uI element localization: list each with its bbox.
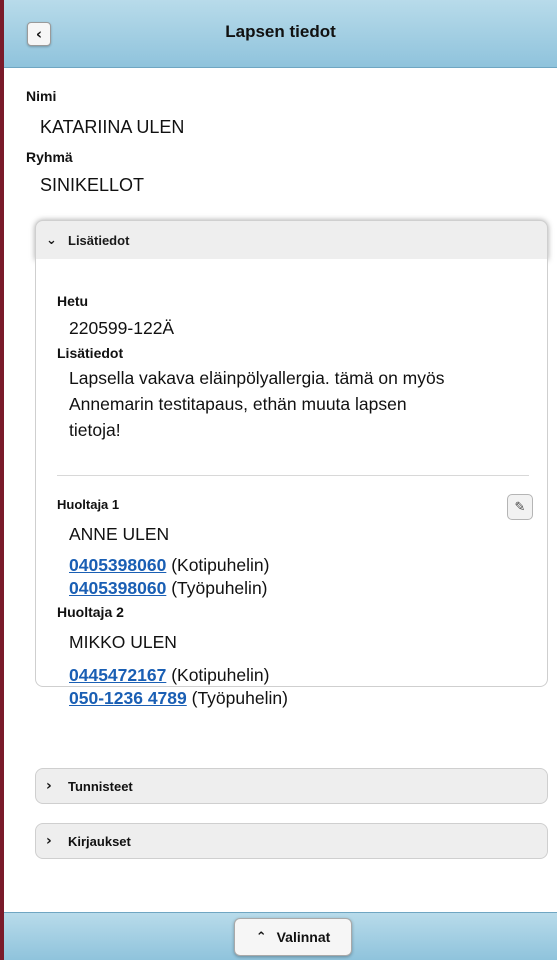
phone-link[interactable]: 050-1236 4789 — [69, 688, 187, 708]
phone-link[interactable]: 0405398060 — [69, 578, 166, 598]
guardian-2-label: Huoltaja 2 — [57, 604, 124, 620]
phone-type: (Työpuhelin) — [171, 578, 268, 598]
hetu-value: 220599-122Ä — [69, 318, 175, 338]
phone-link[interactable]: 0405398060 — [69, 555, 166, 575]
panel-title: Tunnisteet — [68, 778, 133, 794]
edit-icon: ✎ — [514, 499, 526, 515]
name-value: KATARIINA ULEN — [40, 117, 185, 137]
guardian-2-phone-work: 050-1236 4789 (Työpuhelin) — [69, 688, 288, 709]
chevron-up-icon: ⌃ — [255, 929, 267, 945]
info-line: tietoja! — [69, 420, 121, 440]
name-label: Nimi — [26, 88, 57, 104]
info-label: Lisätiedot — [57, 345, 124, 361]
guardian-1-phone-home: 0405398060 (Kotipuhelin) — [69, 555, 269, 576]
details-panel-header[interactable]: ⌄ Lisätiedot — [35, 220, 548, 260]
group-label: Ryhmä — [26, 149, 73, 165]
page-title: Lapsen tiedot — [225, 22, 336, 41]
chevron-down-icon: ⌄ — [46, 232, 57, 248]
phone-type: (Kotipuhelin) — [171, 665, 270, 685]
group-value: SINIKELLOT — [40, 175, 145, 195]
panel-title: Kirjaukset — [68, 833, 131, 849]
window-edge — [0, 0, 4, 960]
footer-bar: ⌃ Valinnat — [4, 912, 557, 960]
valinnat-label: Valinnat — [276, 929, 331, 945]
tunnisteet-panel-header[interactable]: › Tunnisteet — [35, 768, 548, 804]
chevron-right-icon: › — [46, 778, 52, 794]
edit-guardians-button[interactable]: ✎ — [507, 494, 533, 520]
guardian-2-name: MIKKO ULEN — [69, 632, 177, 652]
phone-link[interactable]: 0445472167 — [69, 665, 166, 685]
guardian-1-name: ANNE ULEN — [69, 524, 170, 544]
info-line: Annemarin testitapaus, ethän muuta lapse… — [69, 394, 407, 414]
header-bar: ‹ Lapsen tiedot — [4, 0, 557, 68]
guardian-2-phone-home: 0445472167 (Kotipuhelin) — [69, 665, 269, 686]
chevron-right-icon: › — [46, 833, 52, 849]
kirjaukset-panel-header[interactable]: › Kirjaukset — [35, 823, 548, 859]
info-line: Lapsella vakava eläinpölyallergia. tämä … — [69, 368, 445, 388]
phone-type: (Työpuhelin) — [191, 688, 288, 708]
guardian-1-label: Huoltaja 1 — [57, 497, 120, 512]
phone-type: (Kotipuhelin) — [171, 555, 270, 575]
hetu-label: Hetu — [57, 293, 89, 309]
valinnat-menu-button[interactable]: ⌃ Valinnat — [234, 918, 352, 956]
divider — [57, 475, 529, 476]
guardian-1-phone-work: 0405398060 (Työpuhelin) — [69, 578, 268, 599]
details-panel-body: Hetu 220599-122Ä Lisätiedot Lapsella vak… — [35, 259, 548, 708]
details-panel-title: Lisätiedot — [68, 232, 130, 248]
